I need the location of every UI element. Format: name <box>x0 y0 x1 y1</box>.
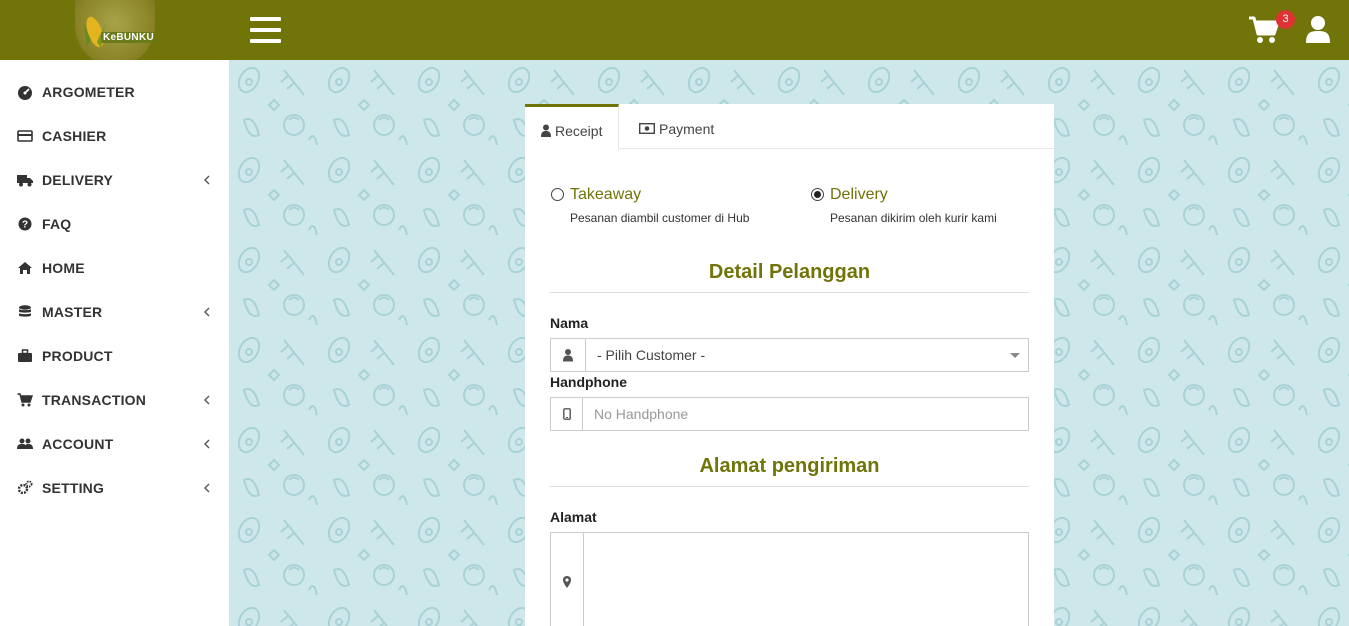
sidebar-item-transaction[interactable]: TRANSACTION <box>0 378 229 422</box>
chevron-down-icon <box>1010 353 1020 358</box>
address-label: Alamat <box>550 509 597 525</box>
users-icon <box>17 438 33 449</box>
sidebar-item-label: DELIVERY <box>42 172 114 188</box>
phone-addon <box>551 398 583 430</box>
mobile-icon <box>562 408 571 420</box>
dashboard-icon <box>18 86 32 100</box>
name-label: Nama <box>550 315 589 331</box>
sidebar-item-master[interactable]: MASTER <box>0 290 229 334</box>
delivery-description: Pesanan dikirim oleh kurir kami <box>830 211 997 225</box>
sidebar-item-label: HOME <box>42 260 85 276</box>
sidebar-item-label: ARGOMETER <box>42 84 135 100</box>
sidebar-item-argometer[interactable]: ARGOMETER <box>0 70 229 114</box>
hamburger-menu-button[interactable] <box>250 17 281 43</box>
sidebar-item-home[interactable]: HOME <box>0 246 229 290</box>
user-icon <box>563 349 573 362</box>
sidebar-item-label: PRODUCT <box>42 348 113 364</box>
sidebar-item-delivery[interactable]: DELIVERY <box>0 158 229 202</box>
address-input-group <box>550 532 1029 626</box>
question-circle-icon: ? <box>18 217 32 231</box>
sidebar: ARGOMETER CASHIER DELIVERY ? FAQ HOME MA… <box>0 60 229 626</box>
customer-select-value: - Pilih Customer - <box>597 347 706 363</box>
phone-input-group <box>550 397 1029 431</box>
sidebar-item-cashier[interactable]: CASHIER <box>0 114 229 158</box>
section-divider <box>550 486 1029 487</box>
tab-receipt[interactable]: Receipt <box>525 104 619 150</box>
phone-label: Handphone <box>550 374 627 390</box>
shopping-cart-icon <box>17 393 33 407</box>
map-marker-icon <box>563 576 571 588</box>
user-icon <box>1306 16 1330 43</box>
sidebar-item-label: CASHIER <box>42 128 107 144</box>
sidebar-item-label: SETTING <box>42 480 105 496</box>
phone-input[interactable] <box>583 398 1028 430</box>
money-icon <box>639 123 655 134</box>
customer-section-title: Detail Pelanggan <box>708 261 871 283</box>
chevron-left-icon <box>204 395 210 405</box>
cogs-icon <box>17 480 33 495</box>
briefcase-icon <box>18 349 32 362</box>
truck-icon <box>17 175 33 187</box>
logo-emblem: KeBUNKU <box>75 0 155 66</box>
credit-card-icon <box>17 130 33 142</box>
top-navbar: KeBUNKU 3 <box>0 0 1349 66</box>
chevron-left-icon <box>204 483 210 493</box>
hamburger-icon <box>250 17 281 21</box>
sidebar-item-label: ACCOUNT <box>42 436 114 452</box>
sidebar-item-account[interactable]: ACCOUNT <box>0 422 229 466</box>
database-icon <box>19 305 31 317</box>
home-icon <box>18 262 32 274</box>
cart-count-badge: 3 <box>1276 10 1295 29</box>
user-menu-button[interactable] <box>1306 15 1330 45</box>
address-section-title: Alamat pengiriman <box>699 455 880 477</box>
chevron-left-icon <box>204 307 210 317</box>
customer-addon <box>551 339 586 371</box>
delivery-radio[interactable] <box>811 188 824 201</box>
sidebar-item-label: FAQ <box>42 216 72 232</box>
customer-select[interactable]: - Pilih Customer - <box>550 338 1029 372</box>
chevron-left-icon <box>204 175 210 185</box>
brand-logo[interactable]: KeBUNKU <box>75 0 155 66</box>
tab-payment[interactable]: Payment <box>625 104 735 149</box>
sidebar-item-faq[interactable]: ? FAQ <box>0 202 229 246</box>
takeaway-title: Takeaway <box>570 186 642 203</box>
sidebar-item-setting[interactable]: SETTING <box>0 466 229 510</box>
sidebar-item-label: MASTER <box>42 304 103 320</box>
address-textarea[interactable] <box>584 533 1028 626</box>
tab-label: Payment <box>659 121 715 137</box>
delivery-title: Delivery <box>830 186 888 203</box>
logo-text: KeBUNKU <box>101 32 155 43</box>
chevron-left-icon <box>204 439 210 449</box>
user-icon <box>541 124 551 137</box>
tab-label: Receipt <box>555 123 603 139</box>
tab-bar: Receipt Payment <box>525 104 1054 150</box>
takeaway-description: Pesanan diambil customer di Hub <box>570 211 750 225</box>
takeaway-option[interactable]: Takeaway Pesanan diambil customer di Hub <box>550 186 790 228</box>
sidebar-item-label: TRANSACTION <box>42 392 147 408</box>
sidebar-item-product[interactable]: PRODUCT <box>0 334 229 378</box>
svg-text:?: ? <box>22 220 28 231</box>
order-form-card: Receipt Payment Takeaway Pesanan diambil… <box>525 104 1054 626</box>
takeaway-radio[interactable] <box>551 188 564 201</box>
section-divider <box>550 292 1029 293</box>
address-addon <box>551 533 584 626</box>
delivery-option[interactable]: Delivery Pesanan dikirim oleh kurir kami <box>810 186 1050 228</box>
